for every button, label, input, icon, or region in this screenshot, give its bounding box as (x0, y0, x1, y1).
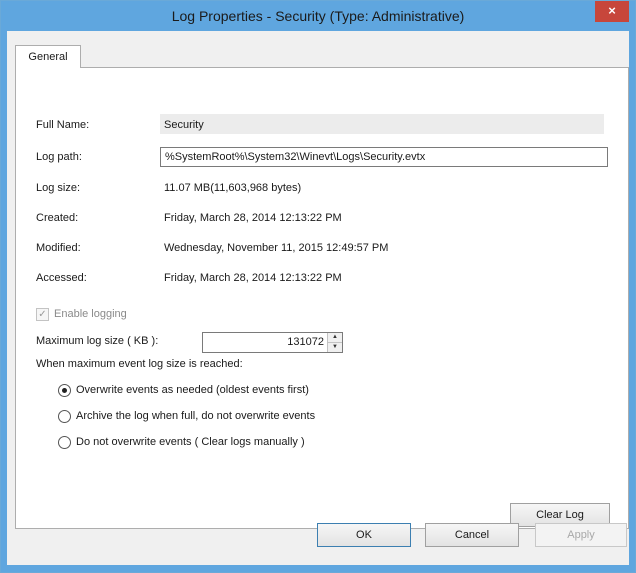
cancel-button[interactable]: Cancel (425, 523, 519, 547)
chevron-down-icon: ▼ (332, 344, 338, 350)
accessed-label: Accessed: (36, 272, 87, 284)
tab-general[interactable]: General (15, 45, 81, 68)
full-name-field (160, 114, 604, 134)
spin-up-button[interactable]: ▲ (328, 333, 342, 343)
enable-logging-label: Enable logging (54, 308, 127, 320)
radio-overwrite-as-needed-label: Overwrite events as needed (oldest event… (76, 384, 309, 396)
radio-do-not-overwrite[interactable] (58, 436, 71, 449)
created-value: Friday, March 28, 2014 12:13:22 PM (164, 212, 342, 224)
window-title: Log Properties - Security (Type: Adminis… (171, 8, 465, 24)
spin-down-button[interactable]: ▼ (328, 343, 342, 352)
close-button[interactable]: × (595, 1, 629, 22)
radio-archive-when-full[interactable] (58, 410, 71, 423)
max-log-size-value: 131072 (287, 336, 324, 348)
log-size-label: Log size: (36, 182, 81, 194)
radio-do-not-overwrite-label: Do not overwrite events ( Clear logs man… (76, 436, 305, 448)
ok-button[interactable]: OK (317, 523, 411, 547)
full-name-value: Security (164, 119, 204, 131)
dialog-client-area: General Full Name: Security Log path: %S… (7, 31, 629, 565)
max-log-size-stepper[interactable]: 131072 ▲ ▼ (202, 332, 343, 353)
accessed-value: Friday, March 28, 2014 12:13:22 PM (164, 272, 342, 284)
chevron-up-icon: ▲ (332, 334, 338, 340)
modified-label: Modified: (36, 242, 81, 254)
created-label: Created: (36, 212, 79, 224)
checkmark-icon: ✓ (38, 309, 47, 320)
max-log-size-label: Maximum log size ( KB ): (36, 335, 159, 347)
spin-buttons: ▲ ▼ (327, 333, 342, 352)
log-size-value: 11.07 MB(11,603,968 bytes) (164, 182, 302, 194)
enable-logging-checkbox[interactable]: ✓ (36, 308, 49, 321)
modified-value: Wednesday, November 11, 2015 12:49:57 PM (164, 242, 389, 254)
title-bar[interactable]: Log Properties - Security (Type: Adminis… (1, 1, 635, 31)
close-icon: × (608, 3, 616, 18)
radio-archive-when-full-label: Archive the log when full, do not overwr… (76, 410, 316, 422)
log-path-input[interactable]: %SystemRoot%\System32\Winevt\Logs\Securi… (160, 147, 608, 167)
apply-button[interactable]: Apply (535, 523, 627, 547)
full-name-label: Full Name: (36, 119, 90, 131)
general-tab-panel: Full Name: Security Log path: %SystemRoo… (15, 67, 629, 529)
log-properties-dialog: Log Properties - Security (Type: Adminis… (0, 0, 636, 573)
when-max-size-label: When maximum event log size is reached: (36, 358, 243, 370)
log-path-label: Log path: (36, 151, 82, 163)
radio-overwrite-as-needed[interactable] (58, 384, 71, 397)
